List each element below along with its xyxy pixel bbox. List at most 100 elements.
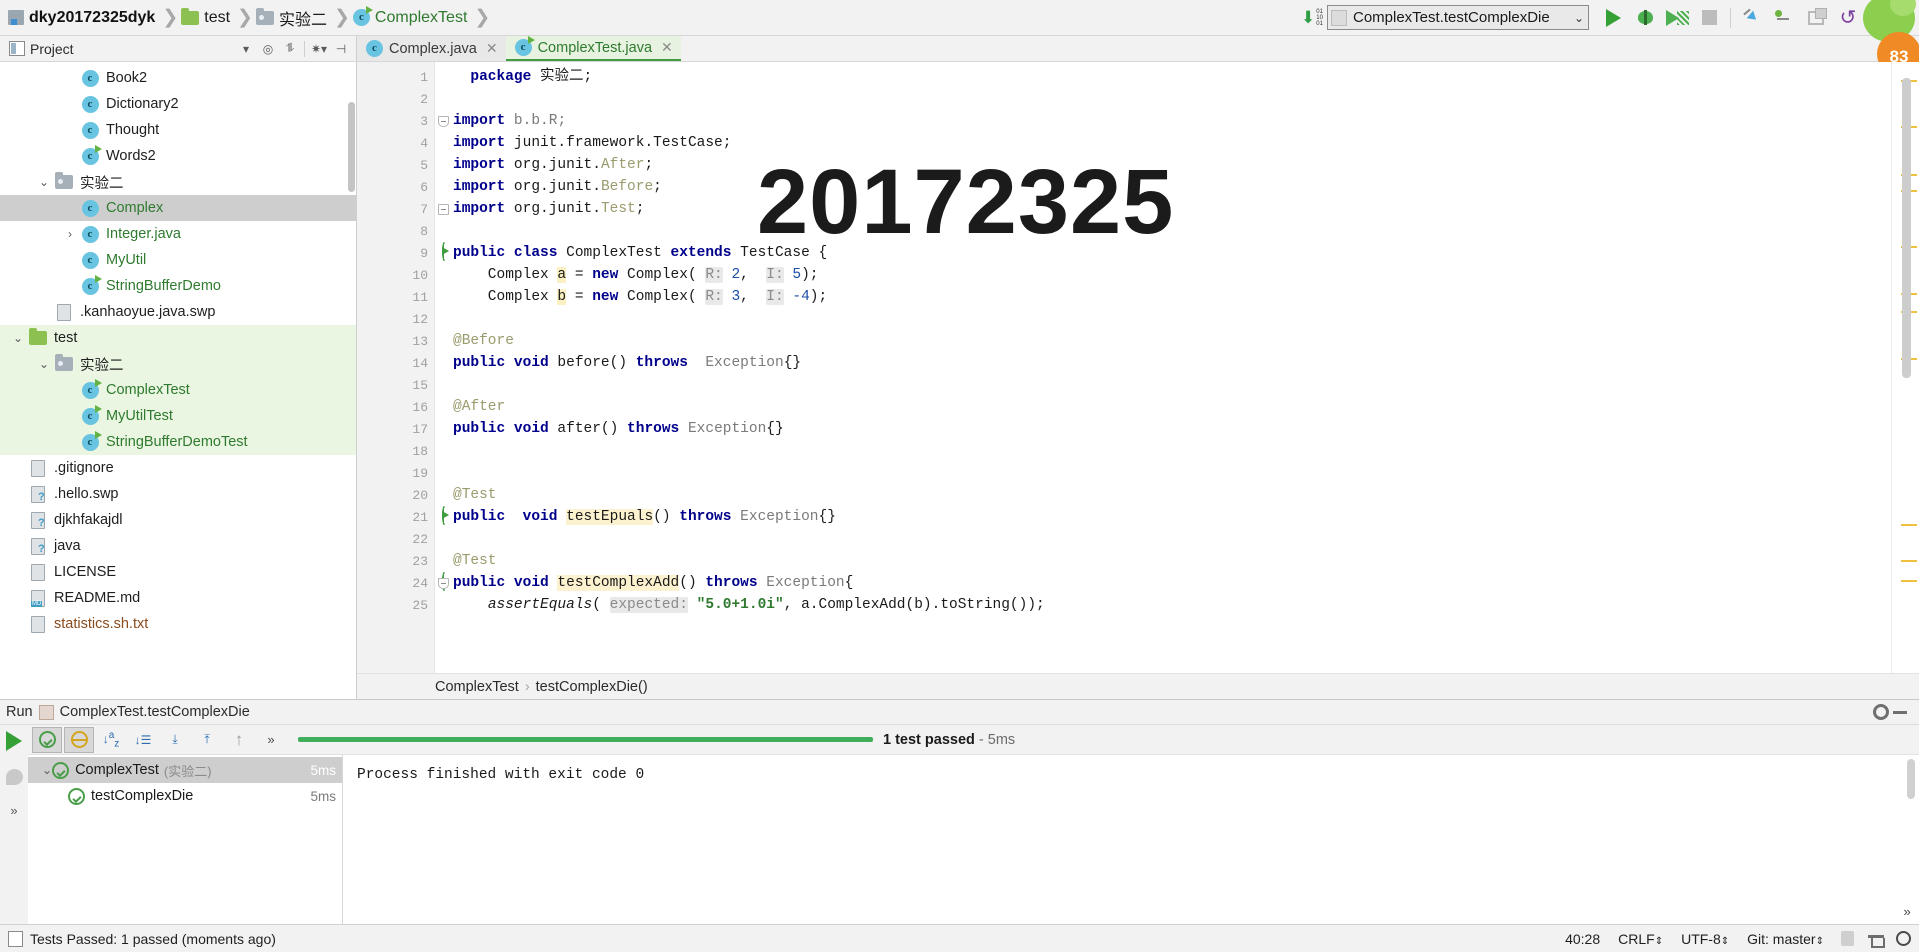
tree-item[interactable]: ⌄ 实验二 — [0, 351, 356, 377]
tree-item[interactable]: c Words2 — [0, 143, 356, 169]
code-fold-toggle[interactable] — [435, 110, 451, 132]
editor-marker-rail[interactable] — [1891, 62, 1919, 673]
sort-alphabetically-button[interactable]: ↓az — [96, 727, 126, 753]
tree-item[interactable]: LICENSE — [0, 559, 356, 585]
folder-grey-icon — [55, 172, 73, 189]
step-out-icon — [1774, 9, 1794, 27]
tab-complex-java[interactable]: c Complex.java ✕ — [357, 36, 506, 61]
lock-icon[interactable] — [1841, 931, 1854, 946]
search-icon[interactable] — [1896, 931, 1911, 946]
run-with-coverage-button[interactable] — [1661, 4, 1693, 32]
sort-by-duration-button[interactable]: ↓☰ — [128, 727, 158, 753]
chevron-down-icon[interactable]: ⌄ — [8, 331, 28, 345]
chevron-down-icon[interactable]: ⌄ — [34, 175, 54, 189]
test-result-row[interactable]: testComplexDie 5ms — [28, 783, 342, 809]
collapse-all-button[interactable]: ⤒ — [192, 727, 222, 753]
console-scrollbar[interactable] — [1907, 759, 1915, 799]
tree-item[interactable]: .gitignore — [0, 455, 356, 481]
breadcrumb-method[interactable]: testComplexDie() — [536, 679, 648, 695]
code-line: public void after() throws Exception{} — [453, 421, 784, 437]
test-result-row[interactable]: ⌄ ComplexTest (实验二) 5ms — [28, 757, 342, 783]
breadcrumb-item-class[interactable]: c ComplexTest — [351, 0, 473, 35]
chevron-updown-icon: ⇕ — [1815, 935, 1824, 947]
expand-all-button[interactable]: ⤓ — [160, 727, 190, 753]
close-icon[interactable]: ✕ — [661, 39, 673, 56]
line-number: 16 — [412, 399, 428, 415]
binary-download-icon[interactable]: ⬇ 01 10 01 — [1299, 6, 1325, 30]
close-icon[interactable]: ✕ — [486, 40, 498, 57]
tree-item[interactable]: c Complex — [0, 195, 356, 221]
tree-item[interactable]: statistics.sh.txt — [0, 611, 356, 637]
inspector-icon[interactable] — [1868, 931, 1885, 948]
breadcrumb-class[interactable]: ComplexTest — [435, 679, 519, 695]
step-into-button[interactable] — [1736, 4, 1768, 32]
settings-icon[interactable]: ✷▾ — [308, 38, 330, 60]
line-number: 9 — [357, 242, 446, 264]
tree-item[interactable]: c Dictionary2 — [0, 91, 356, 117]
tree-item[interactable]: djkhfakajdl — [0, 507, 356, 533]
line-number-gutter[interactable]: 1 2 3 4 5 6 7 8 9 10 11 12 13 14 15 16 17 18 19 20 21 22 23 24 2… — [357, 62, 446, 673]
breadcrumb-item-test[interactable]: test — [179, 0, 236, 35]
tree-item[interactable]: c StringBufferDemoTest — [0, 429, 356, 455]
stop-button[interactable] — [1693, 4, 1725, 32]
tree-item[interactable]: › c Integer.java — [0, 221, 356, 247]
tree-item[interactable]: c Thought — [0, 117, 356, 143]
tree-item[interactable]: c StringBufferDemo — [0, 273, 356, 299]
console-output[interactable]: Process finished with exit code 0 » — [343, 755, 1919, 924]
step-out-button[interactable] — [1768, 4, 1800, 32]
project-tree[interactable]: c Book2 c Dictionary2 c Thought c Words2 ⌄ 实验二 c Co… — [0, 62, 356, 699]
show-passed-button[interactable] — [32, 726, 62, 753]
file-encoding[interactable]: UTF-8⇕ — [1672, 931, 1738, 947]
console-more-icon[interactable]: » — [1903, 905, 1911, 920]
run-configuration-selector[interactable]: ComplexTest.testComplexDie ⌄ — [1327, 5, 1589, 30]
tab-complextest-java[interactable]: c ComplexTest.java ✕ — [505, 36, 681, 61]
project-title-chevron-icon[interactable]: ▾ — [235, 38, 257, 60]
tree-item[interactable]: java — [0, 533, 356, 559]
tree-item[interactable]: README.md — [0, 585, 356, 611]
chevron-updown-icon: ⇕ — [1654, 935, 1664, 947]
editor-scrollbar[interactable] — [1902, 78, 1911, 378]
debug-button[interactable] — [1629, 4, 1661, 32]
show-ignored-button[interactable] — [64, 726, 94, 753]
test-results-tree[interactable]: ⌄ ComplexTest (实验二) 5ms testComplexDie 5ms — [28, 755, 343, 924]
line-separator[interactable]: CRLF⇕ — [1609, 931, 1672, 947]
breadcrumb-item-project[interactable]: dky20172325dyk — [6, 0, 161, 35]
locate-icon[interactable]: ◎ — [257, 38, 279, 60]
git-branch[interactable]: Git: master⇕ — [1738, 931, 1833, 947]
run-panel-header: Run ComplexTest.testComplexDie — [0, 700, 1919, 725]
more-options-button[interactable]: » — [256, 727, 286, 753]
tree-item[interactable]: c Book2 — [0, 65, 356, 91]
tree-item[interactable]: c ComplexTest — [0, 377, 356, 403]
tree-item[interactable]: .kanhaoyue.java.swp — [0, 299, 356, 325]
breadcrumb-item-package[interactable]: 实验二 — [254, 0, 333, 35]
stop-icon[interactable] — [5, 769, 23, 785]
chevron-down-icon[interactable]: ⌄ — [34, 357, 54, 371]
gear-icon[interactable] — [1873, 704, 1889, 720]
project-scrollbar[interactable] — [348, 102, 355, 192]
hide-icon[interactable]: ⊣ — [330, 38, 352, 60]
previous-test-button[interactable]: ↑ — [224, 727, 254, 753]
run-gutter-icon[interactable] — [442, 506, 460, 526]
collapse-all-icon[interactable]: ⥮ — [279, 38, 301, 60]
run-button[interactable] — [1597, 4, 1629, 32]
line-separator-label: CRLF — [1618, 930, 1655, 947]
config-icon — [1331, 9, 1347, 26]
tree-item[interactable]: ⌄ 实验二 — [0, 169, 356, 195]
line-number: 24 — [357, 572, 446, 594]
chevron-right-icon[interactable]: › — [60, 227, 80, 241]
chevron-down-icon[interactable]: ⌄ — [42, 762, 52, 778]
rerun-icon[interactable] — [6, 731, 22, 751]
chevron-down-icon: ⌄ — [1573, 10, 1584, 25]
more-icon[interactable]: » — [10, 803, 17, 818]
tree-item[interactable]: ⌄ test — [0, 325, 356, 351]
hide-icon[interactable] — [1893, 710, 1907, 714]
tree-item[interactable]: .hello.swp — [0, 481, 356, 507]
restore-layout-button[interactable] — [1800, 4, 1832, 32]
code-fold-toggle[interactable] — [435, 198, 451, 220]
run-gutter-icon[interactable] — [442, 242, 460, 262]
caret-position[interactable]: 40:28 — [1556, 931, 1609, 947]
tree-item[interactable]: c MyUtil — [0, 247, 356, 273]
tree-item[interactable]: c MyUtilTest — [0, 403, 356, 429]
class-icon: c — [81, 95, 99, 113]
